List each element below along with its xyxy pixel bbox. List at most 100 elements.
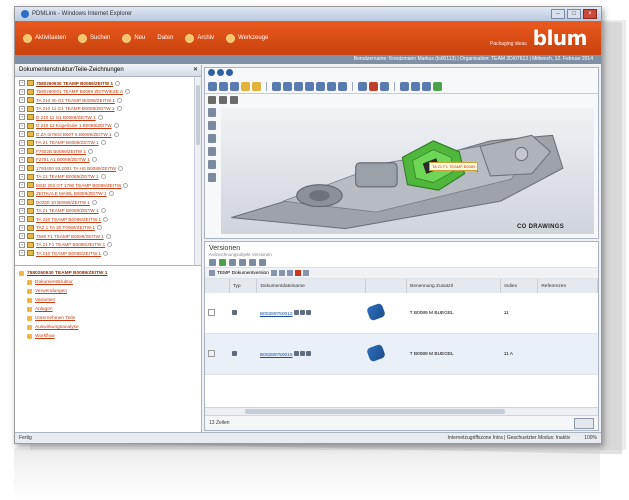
col-typ[interactable]: Typ (229, 279, 258, 293)
tree-item-label[interactable]: D 210 12 Kugelzuler 1 B0089/ZEITW (36, 123, 112, 128)
tree-item-label[interactable]: TA 210 30 G1 TEAMP B0089/ZEITW 1 (36, 98, 115, 103)
object-tree-item[interactable]: Dokumentstruktur (19, 278, 197, 287)
zoom-in-icon[interactable] (272, 81, 281, 91)
viewer-tab-2[interactable] (217, 69, 224, 76)
scroll-thumb[interactable] (196, 85, 200, 145)
col-dateiname[interactable]: Dokumentdateiname (256, 279, 366, 293)
figure-tool-icon[interactable] (208, 173, 216, 182)
tree-row[interactable]: + TAZ 1 FA 30 F0089/ZEITW 1 (19, 224, 201, 233)
checkbox-all-icon[interactable] (209, 270, 215, 276)
edit-icon[interactable] (299, 350, 305, 356)
properties-icon[interactable] (241, 81, 250, 91)
pan-icon[interactable] (316, 81, 325, 91)
expand-icon[interactable]: + (19, 241, 25, 248)
search-icon[interactable] (252, 81, 261, 91)
rotate-icon[interactable] (327, 81, 336, 91)
model-canvas[interactable]: TA 21 F1 TEAMP B0089 CO DRAWINGS (221, 108, 594, 234)
hinge-thumbnail[interactable] (366, 302, 387, 322)
tree-item-label[interactable]: FA 21 TEAMP B0089/ZEITW 1 (36, 140, 99, 145)
tree-item-label[interactable]: 1793400 93.2001 TA HS B0089/ZEITW (36, 166, 116, 171)
camera-tool-icon[interactable] (208, 160, 216, 169)
save-icon[interactable] (219, 81, 228, 91)
tree-item-label[interactable]: TA 21 TEAMP B0089/ZEITW 1 (36, 208, 99, 213)
expand-icon[interactable]: + (19, 250, 25, 257)
pane-close-icon[interactable]: ✕ (193, 65, 198, 76)
expand-icon[interactable]: + (19, 156, 25, 163)
col-referenzen[interactable]: Referenzen (537, 279, 598, 293)
expand-icon[interactable]: + (19, 148, 25, 155)
menu-item-werkzeuge[interactable]: Werkzeuge (226, 33, 268, 43)
tree-item-label[interactable]: D.ZA 0/7503 B00T 5 B0089/ZEITW 1 (36, 132, 112, 137)
open-icon[interactable] (208, 81, 217, 91)
expand-icon[interactable]: + (19, 199, 25, 206)
tree-row[interactable]: + TA 21 F1 TEAMP B0089/ZEITW 1 (19, 241, 201, 250)
expand-icon[interactable]: + (19, 122, 25, 129)
object-tree-item-label[interactable]: Verwendungen (35, 289, 67, 294)
object-tree-item[interactable]: Auswirkungsanalyse (19, 323, 197, 332)
zoom-window-icon[interactable] (305, 81, 314, 91)
zoom-out-icon[interactable] (283, 81, 292, 91)
tree-item-label[interactable]: 7580260001 TEAMP B0089 ZEITWIEZE A (36, 89, 123, 94)
copy-icon[interactable] (229, 258, 236, 266)
info-icon[interactable] (293, 350, 299, 356)
zoom-level[interactable]: 100% (584, 433, 597, 443)
expand-icon[interactable]: + (19, 114, 25, 121)
person-icon[interactable] (230, 96, 238, 104)
object-tree-item-label[interactable]: Workflow (35, 334, 55, 339)
expand-icon[interactable]: + (19, 139, 25, 146)
info-icon[interactable] (293, 309, 299, 315)
pause-icon[interactable] (422, 81, 431, 91)
delete-icon[interactable] (294, 270, 301, 276)
table-row[interactable]: B00289750012 T B0089 M BUEGEL 11 (205, 293, 598, 334)
print-icon[interactable] (230, 81, 239, 91)
tree-item-label[interactable]: D 210 11 G1 B0089/ZEITW 1 (36, 115, 96, 120)
menu-item-daten[interactable]: Daten (157, 34, 173, 43)
tree-row[interactable]: + TA 210 TEAMP B0089/ZEITW 1 (19, 249, 201, 258)
layers-icon[interactable] (208, 96, 216, 104)
structure-icon[interactable] (219, 96, 227, 104)
object-tree-item-label[interactable]: Varianten (35, 298, 55, 303)
pager-button[interactable] (574, 417, 594, 429)
view-icon[interactable] (338, 81, 347, 91)
refresh-icon[interactable] (239, 258, 246, 266)
tree-row[interactable]: + TA 21 TEAMP B0089/ZEITW 1 (19, 207, 201, 216)
settings-icon[interactable] (302, 270, 309, 276)
expand-icon[interactable]: + (19, 182, 25, 189)
tree-item-label[interactable]: D0200 10 B0089/ZEITW 1 (36, 200, 90, 205)
object-tree-item-label[interactable]: Unternehmen Teile (35, 316, 75, 321)
tree-row[interactable]: + TA 210 11 G1 TEAMP B0089/ZEITW 1 (19, 105, 201, 114)
box-tool-icon[interactable] (208, 121, 216, 130)
close-button[interactable]: × (583, 9, 597, 19)
compare-icon[interactable] (286, 270, 293, 276)
tree-row[interactable]: + TA 210 30 G1 TEAMP B0089/ZEITW 1 (19, 96, 201, 105)
markup-icon[interactable] (369, 81, 378, 91)
document-link[interactable]: B00289750012 (260, 312, 293, 317)
tree-row[interactable]: + FA 21 TEAMP B0089/ZEITW 1 (19, 139, 201, 148)
tree-scrollbar[interactable] (194, 77, 201, 265)
menu-item-archiv[interactable]: Archiv (185, 33, 214, 43)
tree-item-label[interactable]: TA 21 F1 TEAMP B0089/ZEITW 1 (36, 242, 105, 247)
tree-row[interactable]: + MSD 202 GT 1780 TEAMP B0089/ZEITW (19, 181, 201, 190)
section-tool-icon[interactable] (208, 147, 216, 156)
tree-row[interactable]: + TA 21 TEAMP B0089/ZEITW 1 (19, 173, 201, 182)
pointer-tool-icon[interactable] (208, 108, 216, 117)
tree-row[interactable]: + TA 210 TEAMP B0089/ZEITW 1 (19, 215, 201, 224)
scroll-thumb[interactable] (245, 409, 505, 414)
object-tree-item-label[interactable]: Anlagen (35, 307, 53, 312)
tree-item-label[interactable]: TA 21 TEAMP B0089/ZEITW 1 (36, 174, 99, 179)
minimize-button[interactable]: – (551, 9, 565, 19)
edit-icon[interactable] (299, 309, 305, 315)
table-icon[interactable] (278, 270, 285, 276)
tree-row[interactable]: + F2781 A1 B0089/ZEITW 1 (19, 156, 201, 165)
object-tree-item[interactable]: Varianten (19, 296, 197, 305)
expand-icon[interactable]: + (19, 105, 25, 112)
object-tree-item-label[interactable]: Auswirkungsanalyse (35, 325, 79, 330)
stop-icon[interactable] (411, 81, 420, 91)
tree-row[interactable]: + D 210 11 G1 B0089/ZEITW 1 (19, 113, 201, 122)
expand-icon[interactable]: + (19, 190, 25, 197)
tree-row[interactable]: +7580260930 TEAMP B0089/ZEITW 1 (19, 79, 201, 88)
expand-icon[interactable]: + (19, 131, 25, 138)
zoom-fit-icon[interactable] (294, 81, 303, 91)
tree-item-label[interactable]: TA 210 TEAMP B0089/ZEITW 1 (36, 251, 101, 256)
expand-icon[interactable]: + (19, 97, 25, 104)
